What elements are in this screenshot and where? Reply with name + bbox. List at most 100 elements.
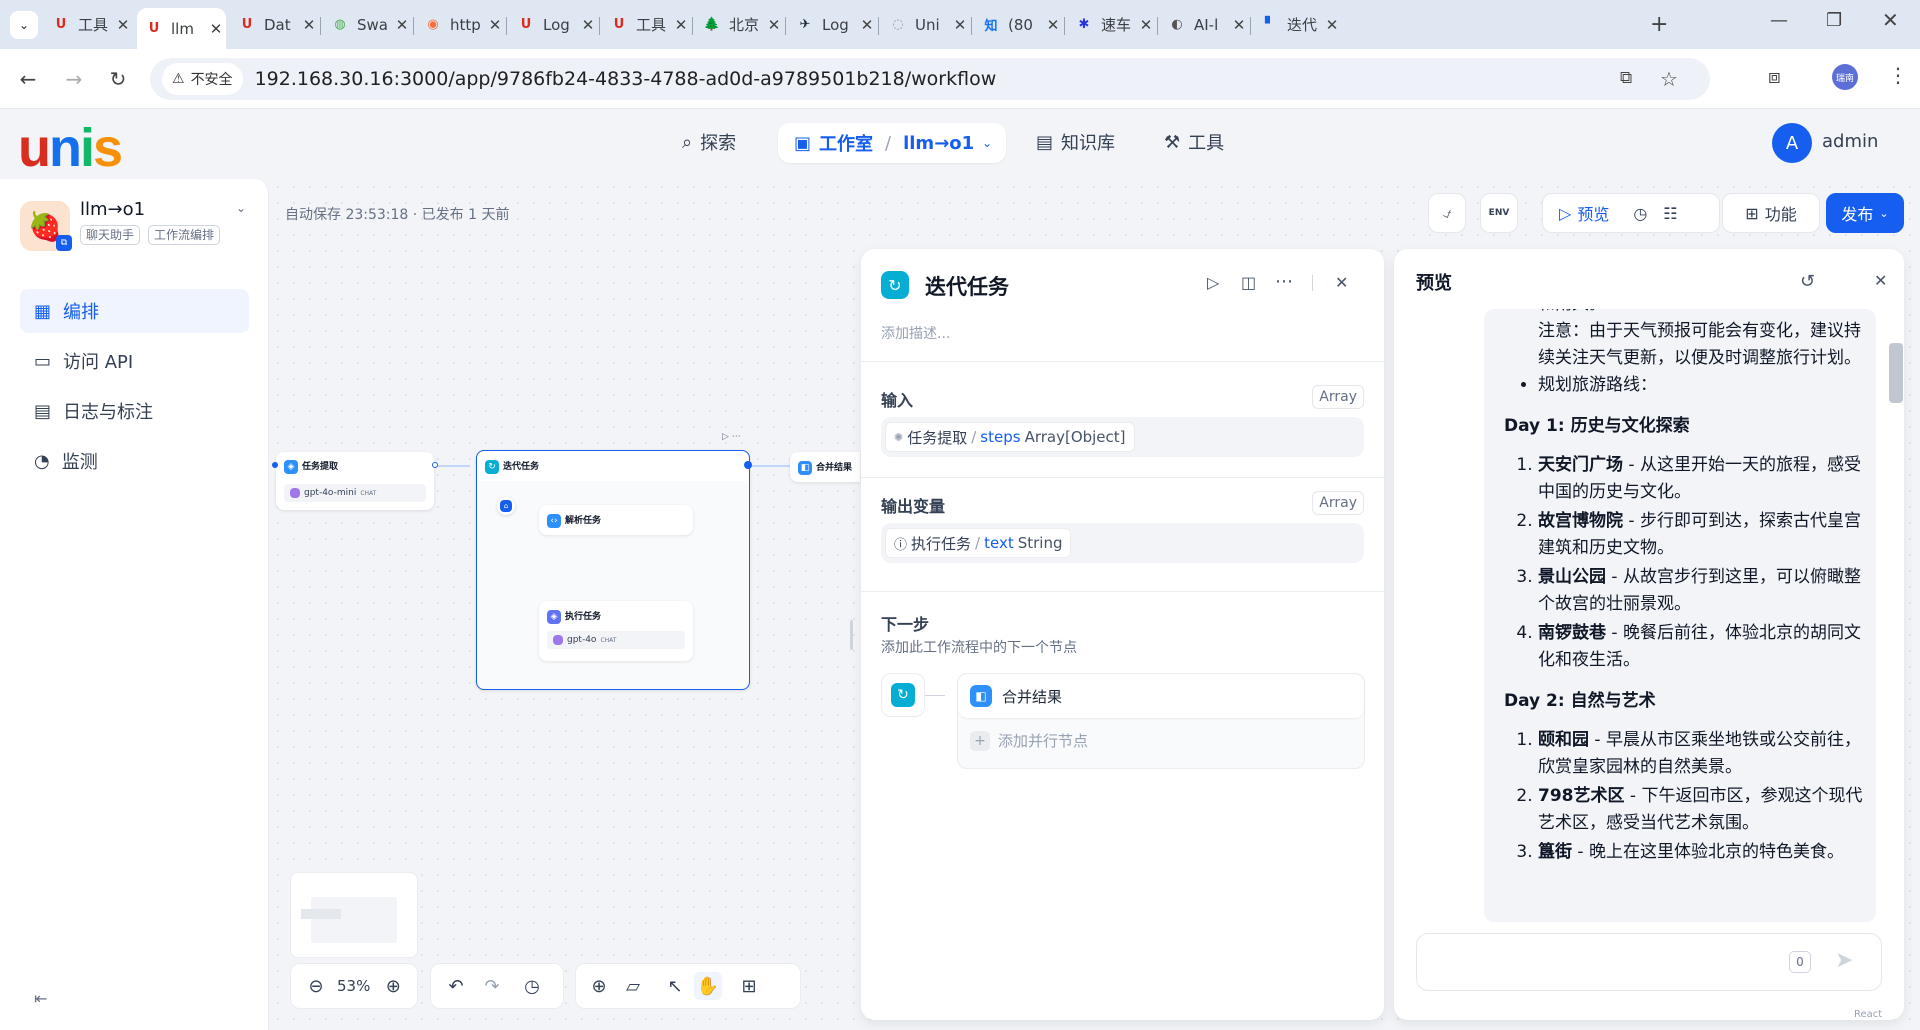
undo-icon[interactable]: ↶: [445, 975, 467, 997]
sidebar-item-api[interactable]: ▭ 访问 API: [20, 339, 249, 383]
collapse-sidebar-icon[interactable]: ⇤: [34, 989, 47, 1008]
app-name[interactable]: llm→o1: [80, 199, 145, 220]
browser-tab[interactable]: Ullm ✕: [137, 8, 226, 49]
tab-close-icon[interactable]: ✕: [299, 16, 319, 34]
node-task-extract[interactable]: ◈ 任务提取 gpt-4o-mini CHAT: [276, 452, 434, 510]
output-variable-selector[interactable]: ⓘ 执行任务 / text String: [881, 523, 1364, 563]
node-handle[interactable]: [432, 462, 438, 468]
browser-tab[interactable]: ▘ 迭代 ✕: [1253, 8, 1342, 41]
checklist-button[interactable]: ⍻: [1428, 193, 1466, 233]
minimize-icon[interactable]: —: [1770, 10, 1788, 31]
unis-logo[interactable]: unis: [18, 121, 123, 175]
close-icon[interactable]: ✕: [1874, 271, 1887, 290]
panel-resize-handle[interactable]: [850, 620, 853, 650]
tab-close-icon[interactable]: ✕: [857, 16, 877, 34]
scrollbar[interactable]: [1889, 343, 1903, 403]
profile-avatar[interactable]: 瑞南: [1832, 64, 1858, 90]
url-text[interactable]: 192.168.30.16:3000/app/9786fb24-4833-478…: [255, 68, 997, 90]
browser-tab[interactable]: ◍ Swa ✕: [323, 8, 412, 41]
input-variable-selector[interactable]: ✺ 任务提取 / steps Array[Object]: [881, 417, 1364, 457]
close-icon[interactable]: ✕: [1335, 273, 1348, 292]
node-parse-task[interactable]: ‹› 解析任务: [539, 505, 693, 535]
browser-tab[interactable]: ◌ Uni ✕: [881, 8, 970, 41]
nav-explore[interactable]: ⌕ 探索: [682, 123, 736, 161]
nav-knowledge[interactable]: ▤ 知识库: [1036, 123, 1115, 161]
send-icon[interactable]: ➤: [1835, 948, 1853, 973]
omnibox[interactable]: ⚠ 不安全 192.168.30.16:3000/app/9786fb24-483…: [150, 58, 1710, 100]
features-button[interactable]: ⊞ 功能: [1722, 193, 1820, 233]
tab-close-icon[interactable]: ✕: [578, 16, 598, 34]
browser-tab[interactable]: 知 (80 ✕: [974, 8, 1063, 41]
username[interactable]: admin: [1822, 131, 1878, 152]
maximize-icon[interactable]: ❐: [1826, 10, 1842, 31]
browser-tab[interactable]: U Dat ✕: [230, 8, 319, 41]
zoom-in-icon[interactable]: ⊕: [382, 975, 404, 997]
zoom-level[interactable]: 53%: [337, 977, 370, 995]
new-tab-icon[interactable]: +: [1650, 12, 1668, 37]
help-book-icon[interactable]: ◫: [1241, 273, 1256, 292]
preview-button[interactable]: 预览: [1577, 201, 1609, 225]
publish-button[interactable]: 发布 ⌄: [1826, 193, 1904, 233]
history-icon[interactable]: ◷: [521, 975, 543, 997]
node-iteration[interactable]: ↻ 迭代任务 ⌂ ‹› 解析任务 ◈ 执行任务 gpt-4o CHAT: [476, 450, 750, 690]
restart-icon[interactable]: ↺: [1800, 271, 1815, 292]
insecure-badge[interactable]: ⚠ 不安全: [162, 63, 243, 95]
browser-tab[interactable]: U 工具 ✕: [602, 8, 691, 41]
app-switcher[interactable]: llm→o1: [903, 133, 974, 154]
chat-input[interactable]: 0 ➤: [1416, 933, 1882, 991]
nav-tools[interactable]: ⚒ 工具: [1164, 123, 1224, 161]
add-parallel-node-button[interactable]: + 添加并行节点: [970, 730, 1088, 751]
zoom-out-icon[interactable]: ⊖: [305, 975, 327, 997]
tab-close-icon[interactable]: ✕: [950, 16, 970, 34]
tab-close-icon[interactable]: ✕: [1136, 16, 1156, 34]
node-actions-icon[interactable]: ▷ ⋯: [722, 432, 746, 444]
tab-search-icon[interactable]: ⌄: [10, 11, 38, 39]
sidebar-item-orchestrate[interactable]: ▦ 编排: [20, 289, 249, 333]
tab-close-icon[interactable]: ✕: [206, 20, 226, 38]
browser-tab[interactable]: ✱ 速车 ✕: [1067, 8, 1156, 41]
close-window-icon[interactable]: ✕: [1882, 8, 1899, 32]
node-handle[interactable]: [744, 461, 752, 469]
pointer-icon[interactable]: ↖: [664, 975, 686, 997]
user-avatar[interactable]: A: [1772, 123, 1812, 163]
forward-icon[interactable]: →: [60, 65, 88, 93]
redo-icon[interactable]: ↷: [481, 975, 503, 997]
sidebar-item-monitor[interactable]: ◔ 监测: [20, 439, 249, 483]
browser-tab[interactable]: ◐ AI-l ✕: [1160, 8, 1249, 41]
reload-icon[interactable]: ↻: [104, 65, 132, 93]
env-button[interactable]: ENV: [1480, 193, 1518, 233]
minimap[interactable]: [290, 872, 418, 958]
sidebar-item-logs[interactable]: ▤ 日志与标注: [20, 389, 249, 433]
browser-tab[interactable]: U 工具 ✕: [44, 8, 133, 41]
tab-close-icon[interactable]: ✕: [1229, 16, 1249, 34]
next-node-merge[interactable]: ◧ 合并结果: [958, 674, 1364, 718]
tab-close-icon[interactable]: ✕: [671, 16, 691, 34]
browser-tab[interactable]: U Log ✕: [509, 8, 598, 41]
tab-close-icon[interactable]: ✕: [764, 16, 784, 34]
nav-studio[interactable]: ▣ 工作室 / llm→o1 ⌄: [778, 123, 1006, 163]
chevron-down-icon[interactable]: ⌄: [236, 201, 246, 215]
variables-icon[interactable]: ☷: [1663, 204, 1677, 223]
browser-tab[interactable]: 🌲 北京 ✕: [695, 8, 784, 41]
tab-close-icon[interactable]: ✕: [113, 16, 133, 34]
more-icon[interactable]: ⋯: [1275, 271, 1293, 292]
run-icon[interactable]: ▷: [1207, 273, 1219, 292]
star-icon[interactable]: ☆: [1660, 67, 1678, 91]
browser-tab[interactable]: ◉ http ✕: [416, 8, 505, 41]
input-variable-chip[interactable]: ✺ 任务提取 / steps Array[Object]: [885, 422, 1135, 452]
node-merge-result[interactable]: ◧ 合并结果: [790, 452, 860, 482]
add-node-icon[interactable]: ⊕: [588, 975, 610, 997]
browser-tab[interactable]: ✈ Log ✕: [788, 8, 877, 41]
panel-title[interactable]: 迭代任务: [925, 271, 1009, 301]
node-handle[interactable]: [272, 462, 278, 468]
tab-close-icon[interactable]: ✕: [1043, 16, 1063, 34]
output-variable-chip[interactable]: ⓘ 执行任务 / text String: [885, 528, 1072, 558]
hand-icon[interactable]: ✋: [694, 972, 722, 1000]
note-icon[interactable]: ▱: [622, 975, 644, 997]
description-input[interactable]: 添加描述...: [881, 323, 950, 343]
tab-close-icon[interactable]: ✕: [1322, 16, 1342, 34]
tab-close-icon[interactable]: ✕: [485, 16, 505, 34]
tab-close-icon[interactable]: ✕: [392, 16, 412, 34]
history-icon[interactable]: ◷: [1633, 204, 1647, 223]
install-icon[interactable]: ⧉: [1620, 68, 1632, 88]
